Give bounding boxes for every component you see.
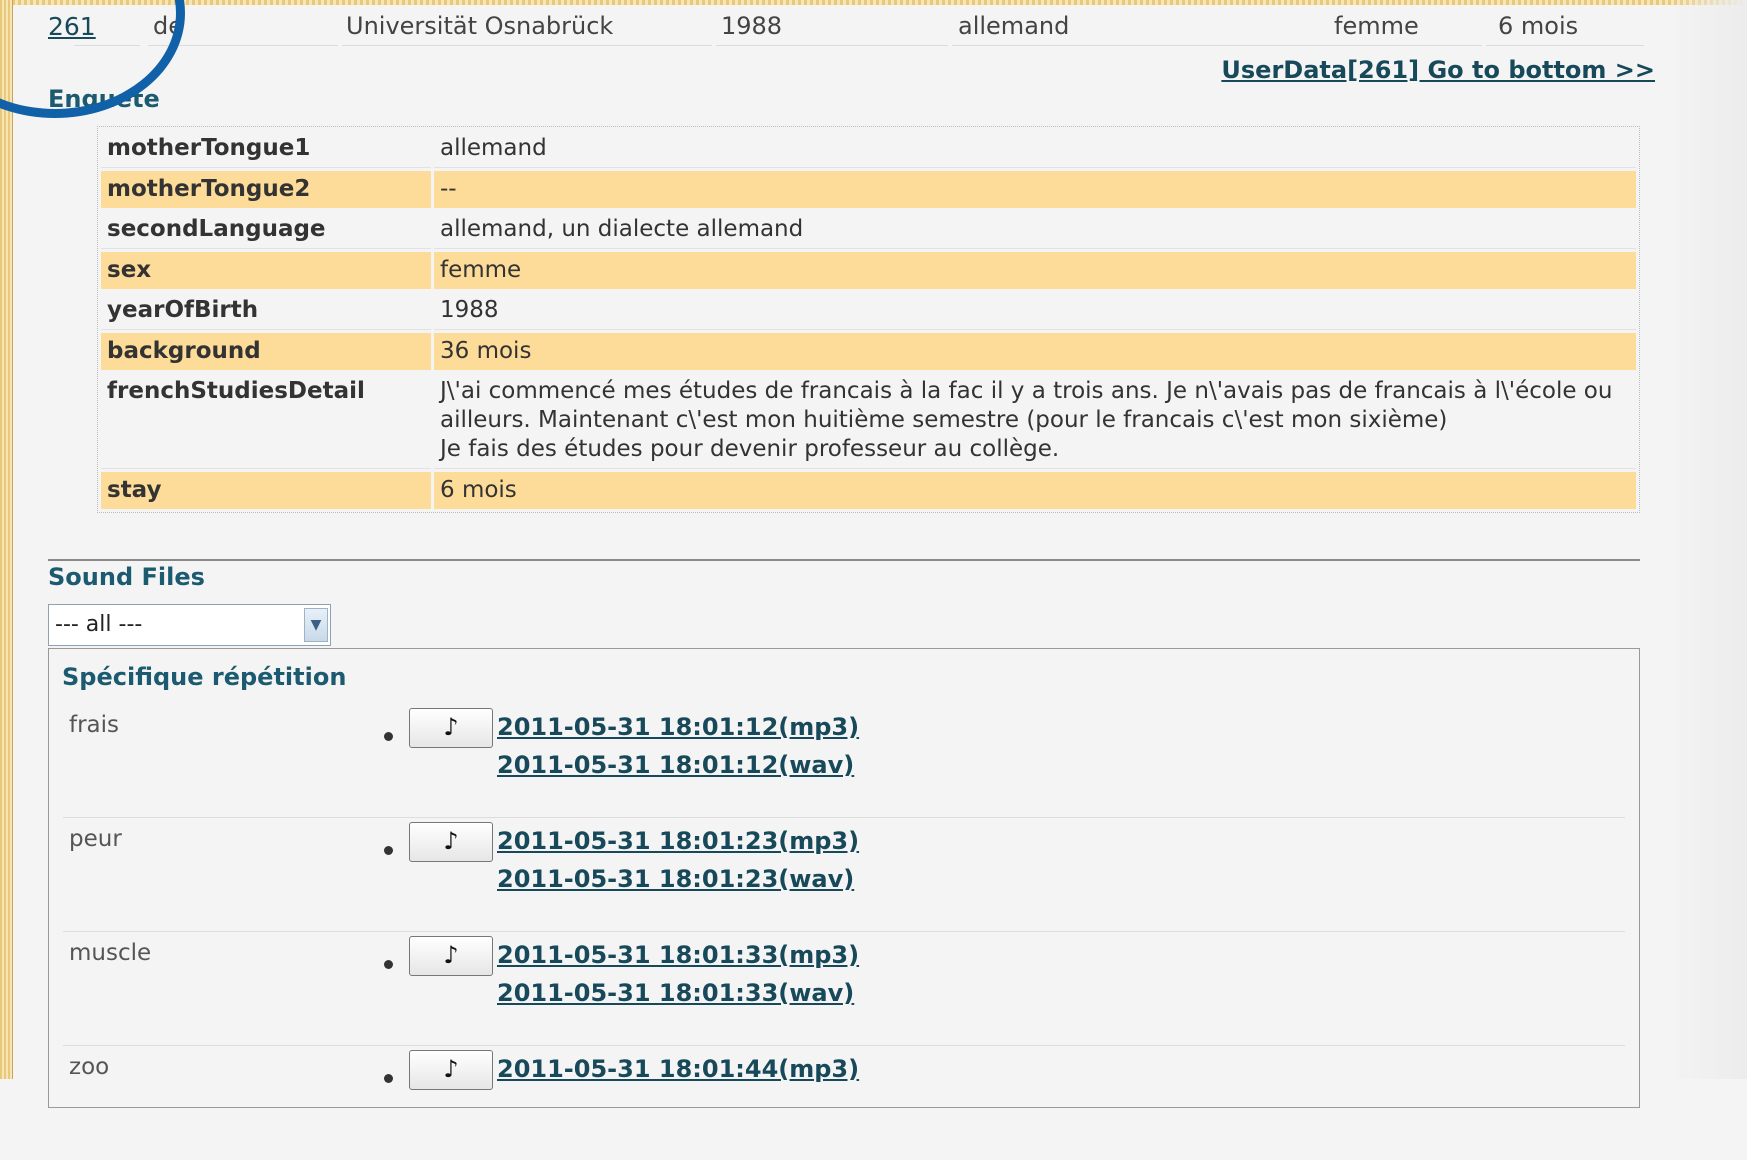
enquete-value: 1988 <box>434 292 1636 330</box>
right-fade <box>1667 0 1747 1079</box>
enquete-value: 6 mois <box>434 472 1636 509</box>
enquete-key: background <box>101 333 431 370</box>
word-label: muscle <box>69 940 152 966</box>
enquete-value: femme <box>434 252 1636 289</box>
enquete-key: stay <box>101 472 431 509</box>
table-row: motherTongue1 allemand <box>101 130 1636 168</box>
wav-link[interactable]: 2011-05-31 18:01:33(wav) <box>497 979 854 1007</box>
list-item: peur ♪ 2011-05-31 18:01:23(mp3) 2011-05-… <box>63 818 1625 932</box>
header-underline <box>952 45 1482 46</box>
play-button[interactable]: ♪ <box>409 708 493 748</box>
table-row: frenchStudiesDetail J\'ai commencé mes é… <box>101 373 1636 469</box>
bullet <box>384 732 393 741</box>
wav-link[interactable]: 2011-05-31 18:01:12(wav) <box>497 751 854 779</box>
enquete-table: motherTongue1 allemand motherTongue2 -- … <box>97 126 1640 513</box>
enquete-value: allemand, un dialecte allemand <box>434 211 1636 249</box>
table-row: background 36 mois <box>101 333 1636 370</box>
enquete-value: -- <box>434 171 1636 208</box>
goto-bottom-link[interactable]: UserData[261] Go to bottom >> <box>1221 56 1655 84</box>
enquete-key: motherTongue1 <box>101 130 431 168</box>
bullet <box>384 846 393 855</box>
user-university: Universität Osnabrück <box>346 12 614 40</box>
word-label: zoo <box>69 1054 110 1080</box>
table-row: yearOfBirth 1988 <box>101 292 1636 330</box>
header-underline <box>1486 45 1644 46</box>
enquete-value: allemand <box>434 130 1636 168</box>
play-button[interactable]: ♪ <box>409 1050 493 1090</box>
bullet <box>384 960 393 969</box>
enquete-key: yearOfBirth <box>101 292 431 330</box>
wav-link[interactable]: 2011-05-31 18:01:23(wav) <box>497 865 854 893</box>
top-border <box>0 0 1747 5</box>
section-divider <box>48 559 1640 561</box>
enquete-value: 36 mois <box>434 333 1636 370</box>
panel-title: Spécifique répétition <box>62 663 347 691</box>
table-row: secondLanguage allemand, un dialecte all… <box>101 211 1636 249</box>
list-item: zoo ♪ 2011-05-31 18:01:44(mp3) <box>63 1046 1625 1160</box>
list-item: muscle ♪ 2011-05-31 18:01:33(mp3) 2011-0… <box>63 932 1625 1046</box>
table-row: sex femme <box>101 252 1636 289</box>
table-row: stay 6 mois <box>101 472 1636 509</box>
user-sex: femme <box>1334 12 1419 40</box>
enquete-key: sex <box>101 252 431 289</box>
sound-filter-select[interactable]: --- all --- ▼ <box>48 604 331 646</box>
enquete-key: motherTongue2 <box>101 171 431 208</box>
sound-files-panel: Spécifique répétition frais ♪ 2011-05-31… <box>48 648 1640 1108</box>
sound-files-title: Sound Files <box>48 563 205 591</box>
mp3-link[interactable]: 2011-05-31 18:01:23(mp3) <box>497 827 859 855</box>
mp3-link[interactable]: 2011-05-31 18:01:12(mp3) <box>497 713 859 741</box>
enquete-key: secondLanguage <box>101 211 431 249</box>
word-label: frais <box>69 712 120 738</box>
list-item: frais ♪ 2011-05-31 18:01:12(mp3) 2011-05… <box>63 704 1625 818</box>
word-label: peur <box>69 826 122 852</box>
play-button[interactable]: ♪ <box>409 936 493 976</box>
chevron-down-icon[interactable]: ▼ <box>304 608 328 642</box>
header-underline <box>716 45 948 46</box>
table-row: motherTongue2 -- <box>101 171 1636 208</box>
header-underline <box>342 45 712 46</box>
left-border <box>0 0 13 1079</box>
mp3-link[interactable]: 2011-05-31 18:01:33(mp3) <box>497 941 859 969</box>
user-mother-tongue: allemand <box>958 12 1070 40</box>
enquete-key: frenchStudiesDetail <box>101 373 431 469</box>
enquete-value: J\'ai commencé mes études de francais à … <box>434 373 1636 469</box>
user-year: 1988 <box>721 12 783 40</box>
sound-filter-value: --- all --- <box>55 612 143 637</box>
user-stay: 6 mois <box>1498 12 1579 40</box>
play-button[interactable]: ♪ <box>409 822 493 862</box>
